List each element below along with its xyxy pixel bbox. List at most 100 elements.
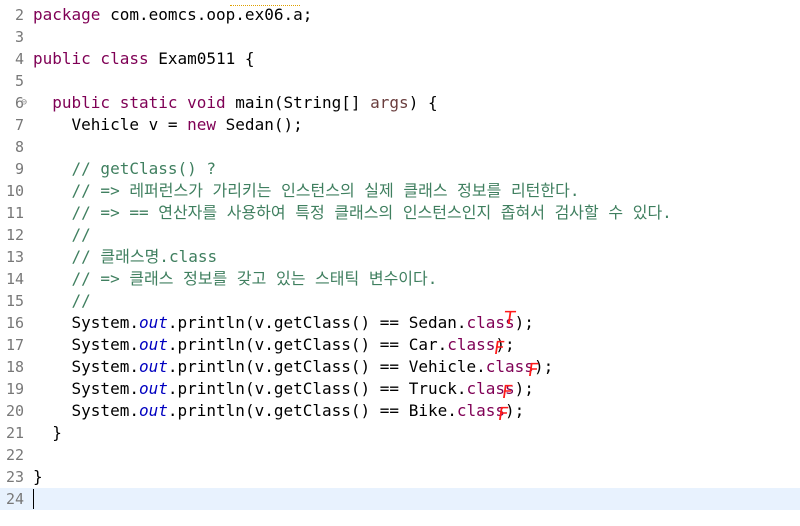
code-token: .println(v.getClass() == Car. [167, 335, 448, 354]
code-line[interactable]: 6 ⊖ public static void main(String[] args… [0, 92, 800, 114]
code-line[interactable]: 22 [0, 444, 800, 466]
code-text: } [33, 466, 43, 488]
code-token: System. [33, 313, 139, 332]
code-text: // => == 연산자를 사용하여 특정 클래스의 인스턴스인지 좁혀서 검사… [33, 202, 672, 224]
code-line[interactable]: 9 // getClass() ? [0, 158, 800, 180]
code-text: } [33, 422, 62, 444]
code-line[interactable]: 10 // => 레퍼런스가 가리키는 인스턴스의 실제 클래스 정보를 리턴한… [0, 180, 800, 202]
code-text: System.out.println(v.getClass() == Truck… [33, 378, 534, 400]
code-token: out [138, 357, 168, 376]
code-line[interactable]: 15 // [0, 290, 800, 312]
code-line[interactable]: 16 System.out.println(v.getClass() == Se… [0, 312, 800, 334]
code-text: // => 레퍼런스가 가리키는 인스턴스의 실제 클래스 정보를 리턴한다. [33, 180, 580, 202]
fold-collapse-icon[interactable]: ⊖ [21, 92, 27, 114]
code-line[interactable]: 14 // => 클래스 정보를 갖고 있는 스태틱 변수이다. [0, 268, 800, 290]
code-token: // => == 연산자를 사용하여 특정 클래스의 인스턴스인지 좁혀서 검사… [33, 203, 672, 222]
code-line[interactable]: 4 public class Exam0511 { [0, 48, 800, 70]
line-number: 3 [14, 28, 24, 46]
line-number: 20 [5, 402, 24, 420]
line-number: 13 [5, 248, 24, 266]
code-token: out [138, 335, 168, 354]
code-token: args [370, 93, 409, 112]
code-line[interactable]: 17 System.out.println(v.getClass() == Ca… [0, 334, 800, 356]
code-token: ) { [408, 93, 438, 112]
code-token: Vehicle v = [33, 115, 188, 134]
code-line[interactable]: 11 // => == 연산자를 사용하여 특정 클래스의 인스턴스인지 좁혀서… [0, 202, 800, 224]
line-number: 12 [5, 226, 24, 244]
code-token: out [138, 379, 168, 398]
code-token: public class [33, 49, 149, 68]
line-number: 15 [5, 292, 24, 310]
line-number: 24 [5, 490, 24, 508]
code-token: // 클래스명.class [33, 247, 218, 266]
code-token: System. [33, 357, 139, 376]
code-token: .println(v.getClass() == Bike. [167, 401, 457, 420]
code-line[interactable]: 2 package com.eomcs.oop.ex06.a; [0, 4, 800, 26]
line-number: 18 [5, 358, 24, 376]
line-number: 10 [5, 182, 24, 200]
text-cursor [33, 489, 34, 509]
code-token: } [33, 423, 62, 442]
code-line[interactable]: 20 System.out.println(v.getClass() == Bi… [0, 400, 800, 422]
code-text: System.out.println(v.getClass() == Sedan… [33, 312, 534, 334]
code-editor[interactable]: 2 package com.eomcs.oop.ex06.a; 3 4 public c… [0, 0, 800, 526]
code-text: package com.eomcs.oop.ex06.a; [33, 4, 312, 26]
code-token: System. [33, 401, 139, 420]
code-token: Exam0511 { [148, 49, 255, 68]
code-line[interactable]: 3 [0, 26, 800, 48]
code-token: out [138, 313, 168, 332]
code-token: main(String[] [225, 93, 371, 112]
code-line[interactable]: 5 [0, 70, 800, 92]
line-number: 22 [5, 446, 24, 464]
code-text: System.out.println(v.getClass() == Vehic… [33, 356, 554, 378]
code-line[interactable]: 7 Vehicle v = new Sedan(); [0, 114, 800, 136]
code-token: out [138, 401, 168, 420]
code-line[interactable]: 21 } [0, 422, 800, 444]
code-token: package [33, 5, 101, 24]
code-token: // [33, 225, 91, 244]
code-text: System.out.println(v.getClass() == Car.c… [33, 334, 515, 356]
code-token: .println(v.getClass() == Truck. [167, 379, 467, 398]
line-number: 5 [14, 72, 24, 90]
line-number: 17 [5, 336, 24, 354]
code-token: // => 클래스 정보를 갖고 있는 스태틱 변수이다. [33, 269, 438, 288]
code-token: System. [33, 335, 139, 354]
line-number: 7 [14, 116, 24, 134]
line-number: 16 [5, 314, 24, 332]
code-token: ); [514, 313, 534, 332]
code-text: System.out.println(v.getClass() == Bike.… [33, 400, 525, 422]
code-token: // getClass() ? [33, 159, 217, 178]
code-token: // [33, 291, 91, 310]
code-token: ); [514, 379, 534, 398]
line-number: 19 [5, 380, 24, 398]
code-token: class [447, 335, 496, 354]
code-text: // getClass() ? [33, 158, 217, 180]
code-line[interactable]: 18 System.out.println(v.getClass() == Ve… [0, 356, 800, 378]
code-line[interactable]: 12 // [0, 224, 800, 246]
code-text: // 클래스명.class [33, 246, 218, 268]
code-token: Sedan(); [216, 115, 303, 134]
code-token: } [33, 467, 43, 486]
line-number: 2 [14, 6, 24, 24]
code-line[interactable]: 8 [0, 136, 800, 158]
code-text: // [33, 224, 91, 246]
code-token: public static void [33, 93, 226, 112]
code-token: // => 레퍼런스가 가리키는 인스턴스의 실제 클래스 정보를 리턴한다. [33, 181, 580, 200]
code-token: new [187, 115, 217, 134]
current-line[interactable]: 24 [0, 488, 800, 510]
code-text: // [33, 290, 91, 312]
code-token: System. [33, 379, 139, 398]
code-text: public class Exam0511 { [33, 48, 255, 70]
code-line[interactable]: 19 System.out.println(v.getClass() == Tr… [0, 378, 800, 400]
code-text: public static void main(String[] args) { [33, 92, 438, 114]
code-text: Vehicle v = new Sedan(); [33, 114, 303, 136]
code-token: .println(v.getClass() == Sedan. [167, 313, 467, 332]
code-line[interactable]: 13 // 클래스명.class [0, 246, 800, 268]
line-number: 9 [14, 160, 24, 178]
code-token: .println(v.getClass() == Vehicle. [167, 357, 486, 376]
code-text: // => 클래스 정보를 갖고 있는 스태틱 변수이다. [33, 268, 438, 290]
line-number: 14 [5, 270, 24, 288]
line-number: 8 [14, 138, 24, 156]
code-line[interactable]: 23} [0, 466, 800, 488]
line-number: 4 [14, 50, 24, 68]
